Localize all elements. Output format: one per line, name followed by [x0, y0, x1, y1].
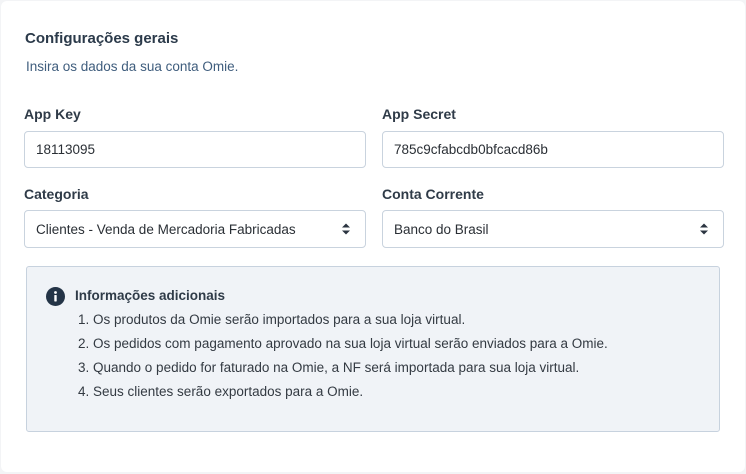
info-list: 1. Os produtos da Omie serão importados …	[78, 311, 608, 407]
list-item: 4. Seus clientes serão exportados para a…	[78, 384, 364, 399]
categoria-selected-value: Clientes - Venda de Mercadoria Fabricada…	[36, 221, 296, 237]
info-title: Informações adicionais	[75, 288, 226, 303]
settings-card: Configurações gerais Insira os dados da …	[1, 1, 745, 472]
categoria-select[interactable]: Clientes - Venda de Mercadoria Fabricada…	[24, 210, 366, 248]
section-title: Configurações gerais	[25, 30, 179, 47]
list-item: 3. Quando o pedido for faturado na Omie,…	[78, 360, 580, 375]
select-arrows-icon	[700, 223, 708, 235]
section-subtitle: Insira os dados da sua conta Omie.	[26, 59, 239, 74]
categoria-label: Categoria	[24, 186, 89, 202]
app-secret-label: App Secret	[382, 106, 456, 122]
conta-corrente-label: Conta Corrente	[382, 186, 484, 202]
info-box: Informações adicionais 1. Os produtos da…	[26, 266, 720, 432]
app-key-label: App Key	[24, 106, 81, 122]
app-key-value: 18113095	[36, 142, 96, 157]
app-secret-value: 785c9cfabcdb0bfcacd86b	[394, 142, 548, 157]
app-secret-input[interactable]: 785c9cfabcdb0bfcacd86b	[382, 131, 724, 168]
app-key-input[interactable]: 18113095	[24, 131, 366, 168]
info-icon	[46, 287, 65, 306]
list-item: 1. Os produtos da Omie serão importados …	[78, 312, 466, 327]
list-item: 2. Os pedidos com pagamento aprovado na …	[78, 336, 608, 351]
conta-corrente-select[interactable]: Banco do Brasil	[382, 210, 724, 248]
select-arrows-icon	[342, 223, 350, 235]
conta-corrente-selected-value: Banco do Brasil	[394, 221, 489, 237]
